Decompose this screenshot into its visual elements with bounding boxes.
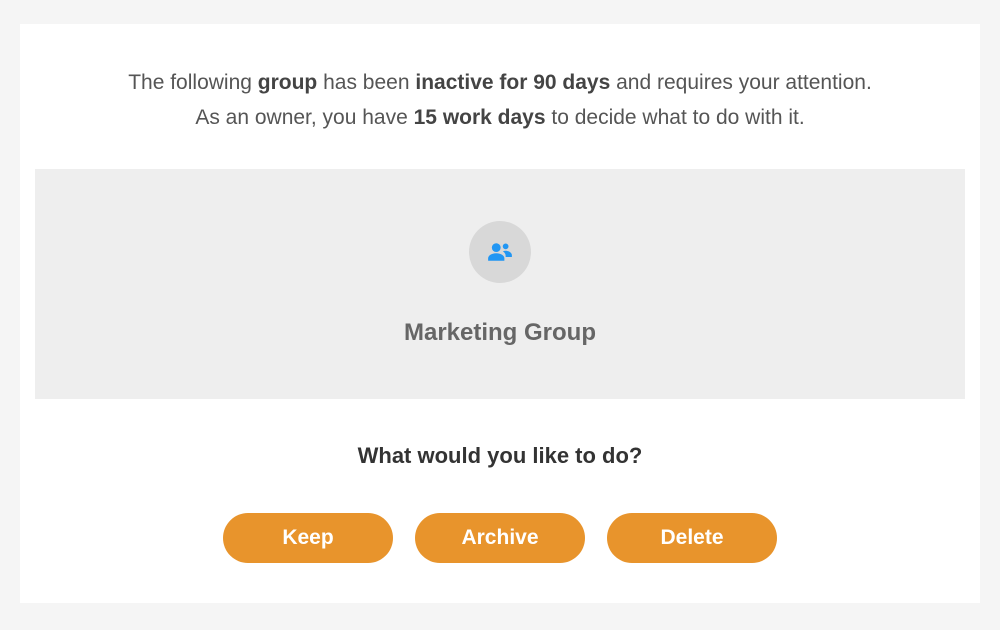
- message-text: As an owner, you have: [195, 106, 413, 129]
- message-text: to decide what to do with it.: [546, 106, 805, 129]
- message-text: has been: [317, 71, 415, 94]
- delete-button[interactable]: Delete: [607, 513, 777, 563]
- group-name-label: Marketing Group: [404, 319, 596, 347]
- group-people-icon: [485, 237, 515, 267]
- group-info-panel: Marketing Group: [35, 169, 965, 399]
- action-button-row: Keep Archive Delete: [223, 513, 777, 563]
- message-bold-inactive: inactive for 90 days: [415, 71, 610, 94]
- message-text: and requires your attention.: [610, 71, 872, 94]
- inactivity-notification-card: The following group has been inactive fo…: [20, 24, 980, 603]
- message-bold-deadline: 15 work days: [414, 106, 546, 129]
- archive-button[interactable]: Archive: [415, 513, 585, 563]
- message-text: The following: [128, 71, 258, 94]
- keep-button[interactable]: Keep: [223, 513, 393, 563]
- notification-message: The following group has been inactive fo…: [88, 66, 912, 135]
- action-prompt: What would you like to do?: [358, 443, 643, 469]
- group-icon-container: [469, 221, 531, 283]
- message-bold-group: group: [258, 71, 317, 94]
